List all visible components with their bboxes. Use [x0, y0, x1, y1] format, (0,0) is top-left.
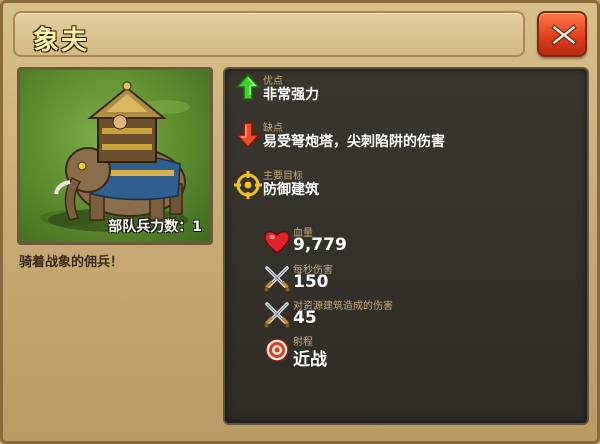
resource-damage-value: 45 — [293, 308, 317, 328]
dps-value: 150 — [293, 272, 329, 292]
hp-value: 9,779 — [293, 235, 347, 255]
cons-value: 易受弩炮塔，尖刺陷阱的伤害 — [263, 134, 445, 150]
crossed-swords-icon — [264, 266, 290, 292]
red-down-arrow-icon — [235, 122, 261, 149]
crossed-swords-icon — [264, 302, 290, 328]
unit-description: 骑着战象的佣兵！ — [19, 255, 124, 270]
unit-portrait: 部队兵力数：1 — [17, 67, 213, 245]
title-bar: 象夫 — [13, 11, 525, 57]
pros-value: 非常强力 — [263, 87, 319, 103]
crosshair-target-icon — [234, 171, 262, 199]
troop-count-label: 部队兵力数：1 — [108, 219, 202, 235]
green-up-arrow-icon — [235, 73, 261, 100]
unit-info-dialog: 象夫 部队兵力数：1 骑着战象的佣兵！ 优点 非常强力 缺点 易受弩炮塔，尖刺陷… — [0, 0, 600, 444]
target-value: 防御建筑 — [263, 182, 319, 198]
heart-icon — [264, 231, 290, 254]
info-panel: 优点 非常强力 缺点 易受弩炮塔，尖刺陷阱的伤害 主要目标 防御建筑 血量 9,… — [223, 67, 589, 425]
range-value: 近战 — [293, 350, 327, 370]
close-icon — [551, 24, 577, 46]
range-target-icon — [265, 338, 289, 362]
close-button[interactable] — [537, 11, 587, 57]
dialog-title: 象夫 — [33, 26, 90, 56]
